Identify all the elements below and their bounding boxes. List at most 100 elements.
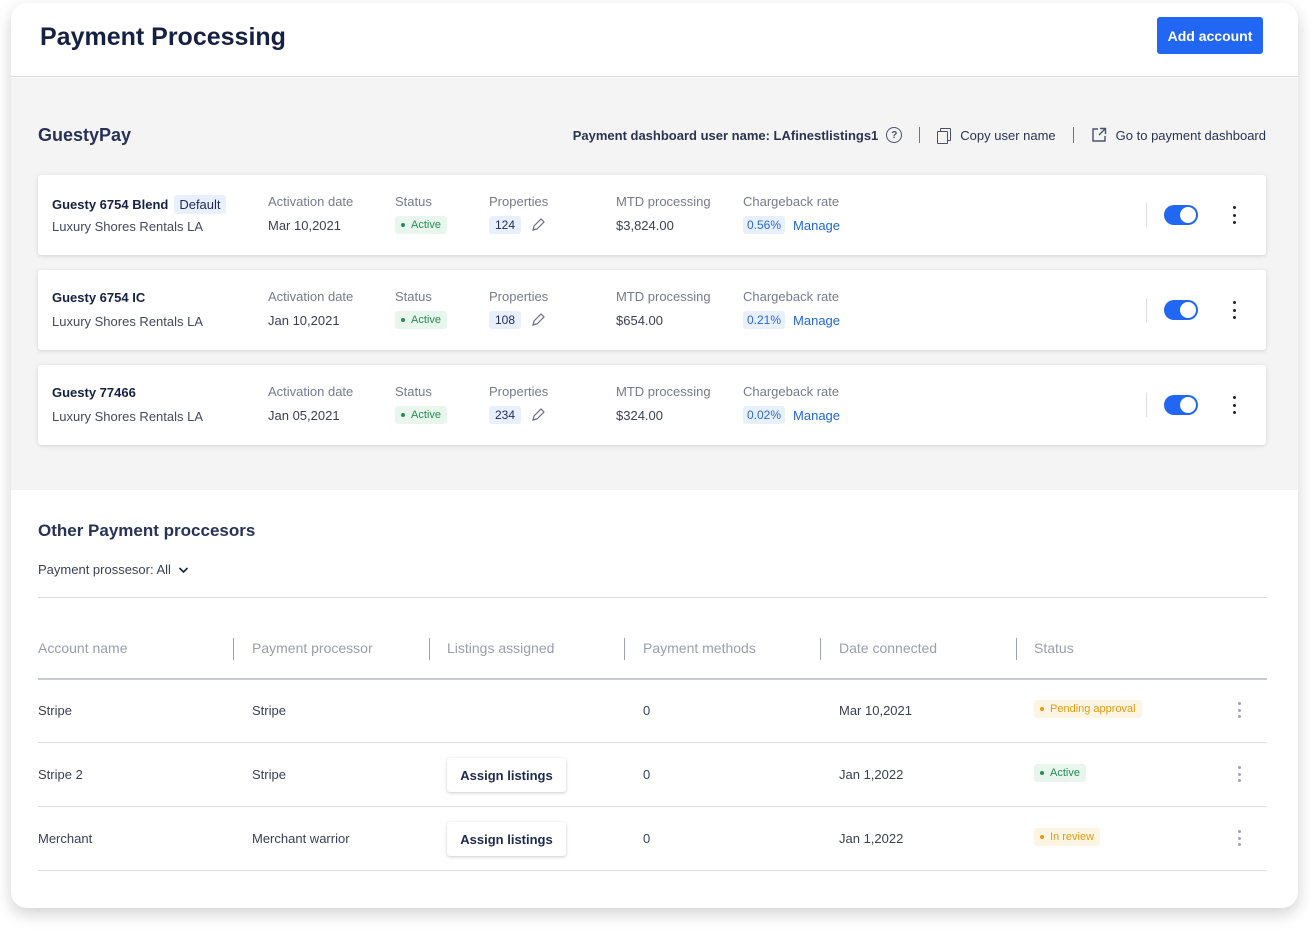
account-name-cell: Merchant bbox=[38, 831, 93, 846]
account-enabled-toggle[interactable] bbox=[1164, 300, 1198, 320]
app-window: Payment Processing Add account GuestyPay… bbox=[11, 3, 1298, 908]
guestypay-title: GuestyPay bbox=[38, 125, 132, 145]
payment-methods-cell: 0 bbox=[643, 703, 651, 718]
assign-listings-button[interactable]: Assign listings bbox=[447, 822, 566, 856]
chargeback-label: Chargeback rate bbox=[743, 194, 840, 209]
help-circle-icon[interactable]: ? bbox=[886, 127, 903, 143]
external-link-icon[interactable] bbox=[1091, 127, 1107, 143]
account-card: Guesty 6754 Blend Default Luxury Shores … bbox=[38, 175, 1266, 255]
more-options-icon[interactable] bbox=[1233, 828, 1245, 848]
column-divider bbox=[233, 638, 234, 660]
account-card: Guesty 6754 IC Luxury Shores Rentals LA … bbox=[38, 270, 1266, 350]
chargeback-rate: 0.02% bbox=[743, 406, 786, 424]
mtd-label: MTD processing bbox=[616, 289, 711, 304]
column-divider bbox=[1016, 638, 1017, 660]
column-header-account-name: Account name bbox=[38, 640, 128, 656]
chargeback-label: Chargeback rate bbox=[743, 289, 840, 304]
status-label: Status bbox=[395, 194, 432, 209]
status-badge: Active bbox=[395, 406, 447, 424]
column-divider bbox=[624, 638, 625, 660]
guestypay-section: GuestyPay Payment dashboard user name: L… bbox=[11, 78, 1298, 490]
account-subtitle: Luxury Shores Rentals LA bbox=[52, 314, 204, 329]
status-badge: Pending approval bbox=[1034, 700, 1142, 718]
activation-date-label: Activation date bbox=[268, 194, 354, 209]
properties-count: 108 bbox=[489, 311, 522, 329]
more-options-icon[interactable] bbox=[1228, 203, 1240, 227]
more-options-icon[interactable] bbox=[1228, 298, 1240, 322]
account-card: Guesty 77466 Luxury Shores Rentals LA Ac… bbox=[38, 365, 1266, 445]
account-name: Guesty 6754 Blend bbox=[52, 197, 169, 212]
payment-methods-cell: 0 bbox=[643, 831, 651, 846]
divider bbox=[919, 127, 921, 143]
status-label: Status bbox=[395, 289, 432, 304]
divider bbox=[1146, 298, 1147, 322]
mtd-value: $654.00 bbox=[616, 313, 663, 328]
processor-cell: Stripe bbox=[252, 767, 286, 782]
page-title: Payment Processing bbox=[40, 23, 286, 51]
properties-label: Properties bbox=[489, 194, 549, 209]
activation-date-value: Jan 10,2021 bbox=[268, 313, 340, 328]
processor-filter[interactable]: Payment prossesor: All bbox=[38, 562, 189, 577]
more-options-icon[interactable] bbox=[1228, 393, 1240, 417]
mtd-value: $3,824.00 bbox=[616, 218, 674, 233]
column-header-payment-processor: Payment processor bbox=[252, 640, 373, 656]
account-name: Guesty 6754 IC bbox=[52, 290, 146, 305]
mtd-value: $324.00 bbox=[616, 408, 663, 423]
chargeback-rate: 0.56% bbox=[743, 216, 786, 234]
activation-date-label: Activation date bbox=[268, 384, 354, 399]
status-badge: Active bbox=[1034, 764, 1086, 782]
account-name-cell: Stripe 2 bbox=[38, 767, 83, 782]
copy-user-name-link[interactable]: Copy user name bbox=[960, 128, 1055, 143]
column-header-payment-methods: Payment methods bbox=[643, 640, 756, 656]
mtd-label: MTD processing bbox=[616, 384, 711, 399]
status-badge: Active bbox=[395, 311, 447, 329]
default-badge: Default bbox=[174, 195, 226, 214]
divider bbox=[38, 870, 1267, 871]
more-options-icon[interactable] bbox=[1233, 700, 1245, 720]
pencil-icon[interactable] bbox=[530, 217, 546, 233]
properties-label: Properties bbox=[489, 384, 549, 399]
divider bbox=[38, 678, 1267, 680]
status-label: Status bbox=[395, 384, 432, 399]
properties-count: 124 bbox=[489, 216, 522, 234]
more-options-icon[interactable] bbox=[1233, 764, 1245, 784]
divider bbox=[1146, 393, 1147, 417]
payment-methods-cell: 0 bbox=[643, 767, 651, 782]
go-to-payment-dashboard-link[interactable]: Go to payment dashboard bbox=[1116, 128, 1266, 143]
activation-date-label: Activation date bbox=[268, 289, 354, 304]
divider bbox=[1146, 203, 1147, 227]
divider bbox=[1072, 127, 1074, 143]
other-processors-title: Other Payment proccesors bbox=[38, 521, 256, 540]
column-divider bbox=[429, 638, 430, 660]
divider bbox=[38, 806, 1267, 807]
assign-listings-button[interactable]: Assign listings bbox=[447, 758, 566, 792]
status-badge: In review bbox=[1034, 828, 1101, 846]
account-enabled-toggle[interactable] bbox=[1164, 395, 1198, 415]
date-connected-cell: Jan 1,2022 bbox=[839, 831, 904, 846]
properties-label: Properties bbox=[489, 289, 549, 304]
processor-filter-label: Payment prossesor: All bbox=[38, 562, 171, 577]
chevron-down-icon bbox=[178, 566, 189, 574]
account-enabled-toggle[interactable] bbox=[1164, 205, 1198, 225]
account-subtitle: Luxury Shores Rentals LA bbox=[52, 219, 204, 234]
manage-link[interactable]: Manage bbox=[793, 408, 840, 423]
copy-icon[interactable] bbox=[937, 128, 952, 144]
column-header-status: Status bbox=[1034, 640, 1074, 656]
mtd-label: MTD processing bbox=[616, 194, 711, 209]
pencil-icon[interactable] bbox=[530, 407, 546, 423]
add-account-button[interactable]: Add account bbox=[1157, 17, 1263, 54]
account-subtitle: Luxury Shores Rentals LA bbox=[52, 409, 204, 424]
divider bbox=[38, 742, 1267, 743]
chargeback-rate: 0.21% bbox=[743, 311, 786, 329]
account-name: Guesty 77466 bbox=[52, 385, 136, 400]
chargeback-label: Chargeback rate bbox=[743, 384, 840, 399]
pencil-icon[interactable] bbox=[530, 312, 546, 328]
manage-link[interactable]: Manage bbox=[793, 218, 840, 233]
column-header-listings-assigned: Listings assigned bbox=[447, 640, 555, 656]
column-divider bbox=[820, 638, 821, 660]
manage-link[interactable]: Manage bbox=[793, 313, 840, 328]
activation-date-value: Jan 05,2021 bbox=[268, 408, 340, 423]
guestypay-links: Payment dashboard user name: LAfinestlis… bbox=[573, 124, 1266, 146]
date-connected-cell: Mar 10,2021 bbox=[839, 703, 912, 718]
date-connected-cell: Jan 1,2022 bbox=[839, 767, 904, 782]
